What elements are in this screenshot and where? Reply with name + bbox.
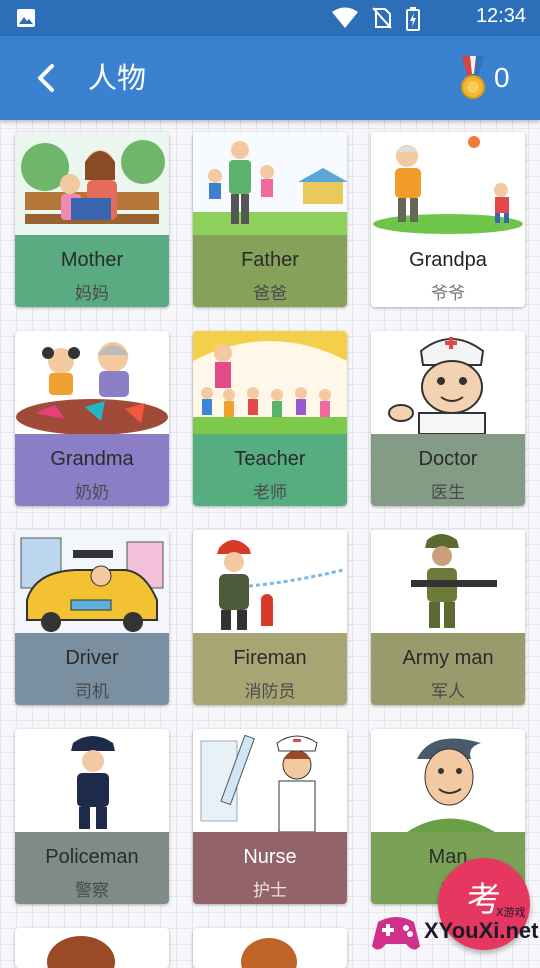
wifi-icon (332, 7, 358, 28)
battery-icon (406, 7, 420, 31)
teacher-illustration (193, 331, 347, 434)
image-icon (17, 9, 35, 27)
clock: 12:34 (475, 5, 526, 27)
card-teacher[interactable]: Teacher 老师 (193, 331, 347, 506)
card-partial-1[interactable] (15, 928, 169, 968)
partial-illustration-1 (15, 928, 169, 968)
fireman-illustration (193, 530, 347, 633)
card-doctor[interactable]: Doctor 医生 (371, 331, 525, 506)
card-english: Army man (402, 647, 494, 669)
card-english: Fireman (233, 647, 307, 669)
medal-icon (461, 56, 485, 99)
watermark-site: XYouXi.net (424, 918, 539, 943)
father-illustration (193, 132, 347, 235)
card-english: Grandma (50, 448, 134, 470)
no-sim-icon (372, 7, 392, 29)
card-fireman[interactable]: Fireman 消防员 (193, 530, 347, 705)
card-chinese: 军人 (431, 682, 465, 702)
army-man-illustration (371, 530, 525, 633)
doctor-illustration (371, 331, 525, 434)
card-english: Mother (60, 249, 124, 271)
mother-illustration (15, 132, 169, 235)
card-english: Driver (65, 647, 119, 669)
card-chinese: 医生 (431, 483, 465, 503)
grandpa-illustration (371, 132, 525, 235)
gamepad-logo-icon (372, 917, 420, 950)
card-english: Teacher (234, 448, 306, 470)
card-chinese: 警察 (75, 881, 109, 901)
card-english: Policeman (45, 846, 139, 868)
card-chinese: 护士 (253, 881, 287, 901)
card-chinese: 奶奶 (75, 483, 109, 503)
card-chinese: 消防员 (244, 682, 296, 702)
nurse-illustration (193, 729, 347, 832)
card-english: Doctor (418, 448, 478, 470)
card-army-man[interactable]: Army man 军人 (371, 530, 525, 705)
card-chinese: 爷爷 (431, 284, 465, 304)
score-count: 0 (494, 62, 510, 93)
card-grandpa[interactable]: Grandpa 爷爷 (371, 132, 525, 307)
grandma-illustration (15, 331, 169, 434)
partial-illustration-2 (193, 928, 347, 968)
card-chinese: 妈妈 (75, 284, 109, 304)
site-watermark: X游戏 XYouXi.net (368, 902, 540, 960)
card-driver[interactable]: Driver 司机 (15, 530, 169, 705)
card-chinese: 司机 (75, 682, 109, 702)
card-partial-2[interactable] (193, 928, 347, 968)
card-chinese: 老师 (253, 483, 287, 503)
card-mother[interactable]: Mother 妈妈 (15, 132, 169, 307)
back-arrow-icon[interactable] (28, 58, 68, 98)
card-english: Grandpa (409, 249, 487, 271)
app-bar: 人物 0 (0, 36, 540, 120)
page-title: 人物 (88, 61, 147, 95)
status-bar: 12:34 (0, 0, 540, 36)
driver-illustration (15, 530, 169, 633)
card-english: Father (241, 249, 299, 271)
man-illustration (371, 729, 525, 832)
card-english: Nurse (243, 846, 297, 868)
card-father[interactable]: Father 爸爸 (193, 132, 347, 307)
card-policeman[interactable]: Policeman 警察 (15, 729, 169, 904)
policeman-illustration (15, 729, 169, 832)
card-nurse[interactable]: Nurse 护士 (193, 729, 347, 904)
card-grandma[interactable]: Grandma 奶奶 (15, 331, 169, 506)
card-chinese: 爸爸 (253, 284, 287, 304)
